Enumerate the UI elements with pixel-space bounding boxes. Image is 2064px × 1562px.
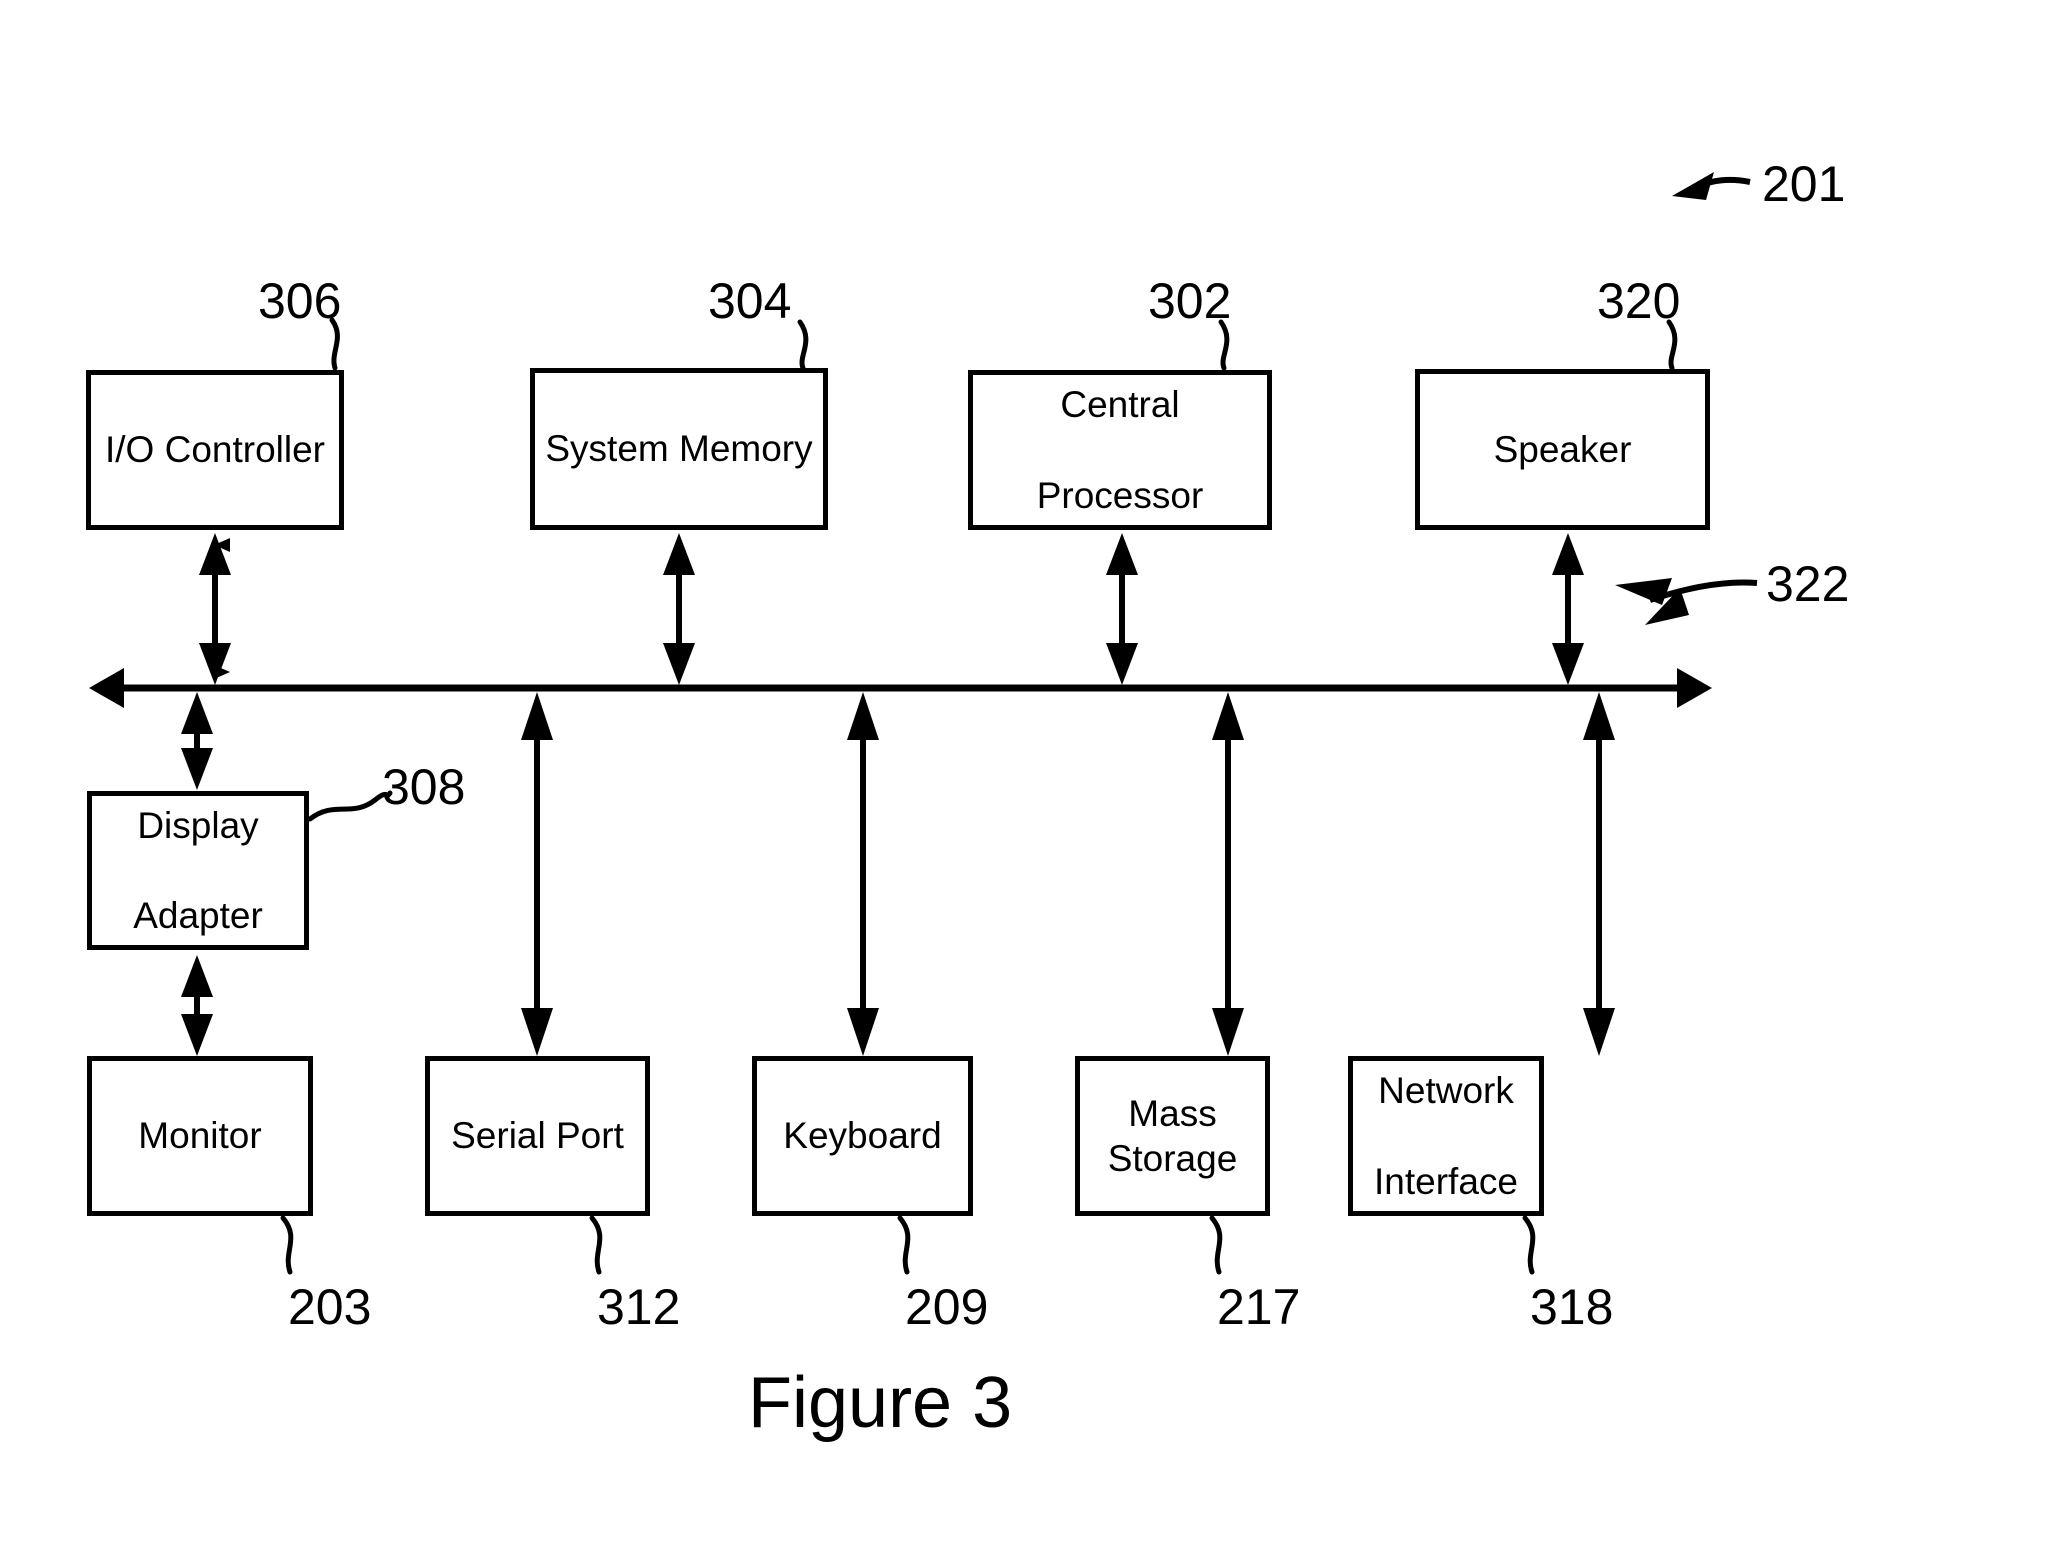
connector-io-controller-bus (199, 533, 231, 685)
block-system-memory[interactable]: System Memory (530, 368, 828, 530)
leader-318 (1522, 1215, 1536, 1275)
refnum-306: 306 (258, 273, 342, 329)
refnum-203: 203 (288, 1279, 372, 1335)
block-mass-storage[interactable]: Mass Storage (1075, 1056, 1270, 1216)
block-display-adapter-line2: Adapter (133, 895, 263, 937)
connector-bus-serial-port (521, 692, 553, 1056)
connector-bus-network-interface (1583, 692, 1615, 1056)
connector-speaker-bus (1552, 533, 1584, 685)
refnum-308: 308 (382, 759, 466, 815)
leader-209 (897, 1215, 911, 1275)
block-mass-storage-label: Mass Storage (1107, 1092, 1238, 1179)
refnum-320: 320 (1597, 273, 1681, 329)
block-keyboard[interactable]: Keyboard (752, 1056, 973, 1216)
connector-system-memory-bus (663, 533, 695, 685)
block-speaker[interactable]: Speaker (1415, 369, 1710, 530)
leader-304 (797, 319, 809, 371)
bus-left-arrowhead (89, 668, 124, 708)
bus-right-arrowhead (1677, 668, 1712, 708)
refnum-217: 217 (1217, 1279, 1301, 1335)
connector-bus-keyboard (847, 692, 879, 1056)
block-io-controller-label: I/O Controller (104, 429, 325, 471)
refnum-201: 201 (1762, 156, 1846, 212)
block-system-memory-label: System Memory (545, 428, 813, 470)
block-monitor-label: Monitor (138, 1115, 262, 1157)
connector-central-processor-bus (1106, 533, 1138, 685)
block-network-interface-line2: Interface (1374, 1160, 1518, 1202)
block-central-processor-label: Central Processor (1025, 382, 1216, 517)
block-central-processor[interactable]: Central Processor (968, 370, 1272, 530)
leader-203 (280, 1215, 294, 1275)
refnum-209: 209 (905, 1279, 989, 1335)
connector-bus-display-adapter (181, 692, 213, 790)
leader-217 (1209, 1215, 1223, 1275)
pointer-201 (1672, 172, 1751, 200)
block-io-controller[interactable]: I/O Controller (86, 370, 344, 530)
refnum-312: 312 (597, 1279, 681, 1335)
refnum-304: 304 (708, 273, 792, 329)
block-monitor[interactable]: Monitor (87, 1056, 313, 1216)
leader-308 (307, 790, 393, 822)
block-network-interface[interactable]: Network Interface (1348, 1056, 1544, 1216)
block-central-processor-line2: Processor (1036, 474, 1204, 516)
figure-caption: Figure 3 (748, 1363, 1013, 1443)
system-bus (89, 668, 1712, 708)
connector-display-adapter-monitor (181, 955, 213, 1056)
block-network-interface-line1: Network (1378, 1070, 1514, 1112)
block-display-adapter[interactable]: Display Adapter (87, 791, 309, 950)
block-serial-port[interactable]: Serial Port (425, 1056, 650, 1216)
block-keyboard-label: Keyboard (783, 1115, 942, 1157)
leader-312 (589, 1215, 603, 1275)
block-display-adapter-label: Display Adapter (121, 803, 275, 938)
block-display-adapter-line1: Display (137, 804, 259, 846)
block-network-interface-label: Network Interface (1362, 1068, 1530, 1203)
pointer-322 (1615, 578, 1758, 625)
refnum-302: 302 (1148, 273, 1232, 329)
block-serial-port-label: Serial Port (451, 1115, 624, 1157)
refnum-322: 322 (1766, 556, 1850, 612)
connector-bus-mass-storage (1212, 692, 1244, 1056)
block-speaker-label: Speaker (1493, 428, 1632, 470)
block-central-processor-line1: Central (1060, 384, 1180, 426)
refnum-318: 318 (1530, 1279, 1614, 1335)
figure-canvas: I/O Controller System Memory Central Proc… (0, 0, 2064, 1562)
